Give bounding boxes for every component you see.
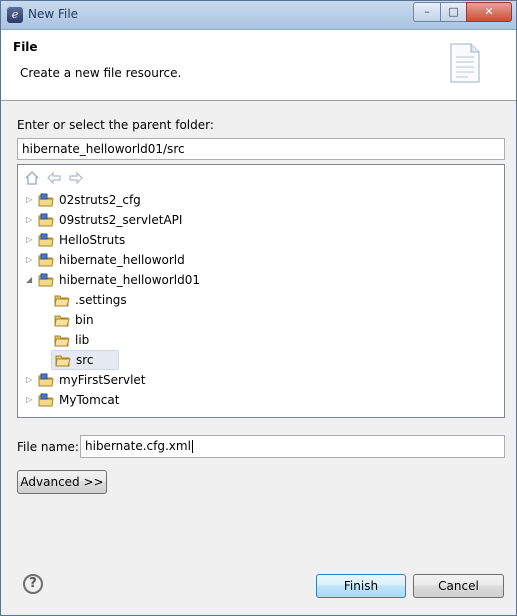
- tree-item-label: hibernate_helloworld01: [59, 273, 201, 287]
- tree-folder-item[interactable]: src: [51, 350, 119, 370]
- tree-project-item[interactable]: ▷ 09struts2_servletAPI: [26, 211, 426, 229]
- page-title: File: [13, 40, 38, 54]
- parent-folder-label: Enter or select the parent folder:: [17, 118, 214, 132]
- collapsed-arrow-icon[interactable]: ▷: [26, 371, 36, 389]
- new-file-dialog: e New File – □ ✕ File Create a new file …: [0, 0, 517, 616]
- tree-item-label: MyTomcat: [59, 393, 120, 407]
- project-folder-icon: [38, 393, 54, 407]
- collapsed-arrow-icon[interactable]: ▷: [26, 231, 36, 249]
- folder-icon: [54, 293, 70, 307]
- folder-icon: [54, 333, 70, 347]
- help-icon[interactable]: ?: [23, 574, 43, 594]
- tree-item-label: .settings: [75, 293, 127, 307]
- tree-item-label: 09struts2_servletAPI: [59, 213, 183, 227]
- home-icon[interactable]: [24, 171, 40, 187]
- project-folder-icon: [38, 193, 54, 207]
- collapsed-arrow-icon[interactable]: ▷: [26, 211, 36, 229]
- project-folder-icon: [38, 253, 54, 267]
- parent-folder-input[interactable]: hibernate_helloworld01/src: [17, 138, 505, 160]
- back-icon[interactable]: [46, 171, 62, 187]
- tree-item-label: bin: [75, 313, 94, 327]
- tree-item-label: 02struts2_cfg: [59, 193, 141, 207]
- tree-item-label: hibernate_helloworld: [59, 253, 185, 267]
- tree-item-label: HelloStruts: [59, 233, 126, 247]
- page-description: Create a new file resource.: [20, 66, 182, 80]
- file-name-value: hibernate.cfg.xml: [85, 439, 191, 453]
- collapsed-arrow-icon[interactable]: ▷: [26, 251, 36, 269]
- finish-button[interactable]: Finish: [316, 574, 406, 598]
- project-folder-icon: [38, 213, 54, 227]
- tree-project-item[interactable]: ▷ 02struts2_cfg: [26, 191, 426, 209]
- tree-item-label: myFirstServlet: [59, 373, 146, 387]
- file-name-label: File name:: [17, 440, 79, 454]
- collapsed-arrow-icon[interactable]: ▷: [26, 391, 36, 409]
- cancel-button[interactable]: Cancel: [413, 574, 504, 598]
- project-folder-icon: [38, 273, 54, 287]
- tree-folder-item[interactable]: .settings: [54, 291, 454, 309]
- window-title: New File: [28, 7, 79, 21]
- wizard-header: File Create a new file resource.: [1, 30, 516, 101]
- expanded-arrow-icon[interactable]: ◢: [26, 271, 36, 289]
- folder-icon: [54, 313, 70, 327]
- folder-tree[interactable]: ▷ 02struts2_cfg ▷ 09struts2_servletAPI ▷ Hell…: [17, 164, 505, 418]
- tree-toolbar: [24, 171, 90, 187]
- file-name-input[interactable]: hibernate.cfg.xml: [80, 435, 505, 458]
- tree-project-item[interactable]: ◢ hibernate_helloworld01: [26, 271, 426, 289]
- minimize-button[interactable]: –: [413, 2, 441, 22]
- title-bar[interactable]: e New File – □ ✕: [1, 1, 516, 30]
- forward-icon[interactable]: [68, 171, 84, 187]
- folder-icon: [55, 353, 71, 367]
- tree-project-item[interactable]: ▷ myFirstServlet: [26, 371, 426, 389]
- tree-item-label: src: [76, 353, 94, 367]
- collapsed-arrow-icon[interactable]: ▷: [26, 191, 36, 209]
- tree-project-item[interactable]: ▷ hibernate_helloworld: [26, 251, 426, 269]
- maximize-button[interactable]: □: [440, 2, 467, 22]
- eclipse-app-icon: e: [7, 7, 23, 23]
- tree-project-item[interactable]: ▷ HelloStruts: [26, 231, 426, 249]
- tree-item-label: lib: [75, 333, 90, 347]
- advanced-button[interactable]: Advanced >>: [17, 470, 107, 494]
- project-folder-icon: [38, 373, 54, 387]
- tree-folder-item[interactable]: bin: [54, 311, 454, 329]
- tree-folder-item[interactable]: lib: [54, 331, 454, 349]
- new-file-icon: [450, 43, 480, 83]
- project-folder-icon: [38, 233, 54, 247]
- text-cursor: [191, 440, 193, 453]
- tree-project-item[interactable]: ▷ MyTomcat: [26, 391, 426, 409]
- close-button[interactable]: ✕: [466, 2, 512, 22]
